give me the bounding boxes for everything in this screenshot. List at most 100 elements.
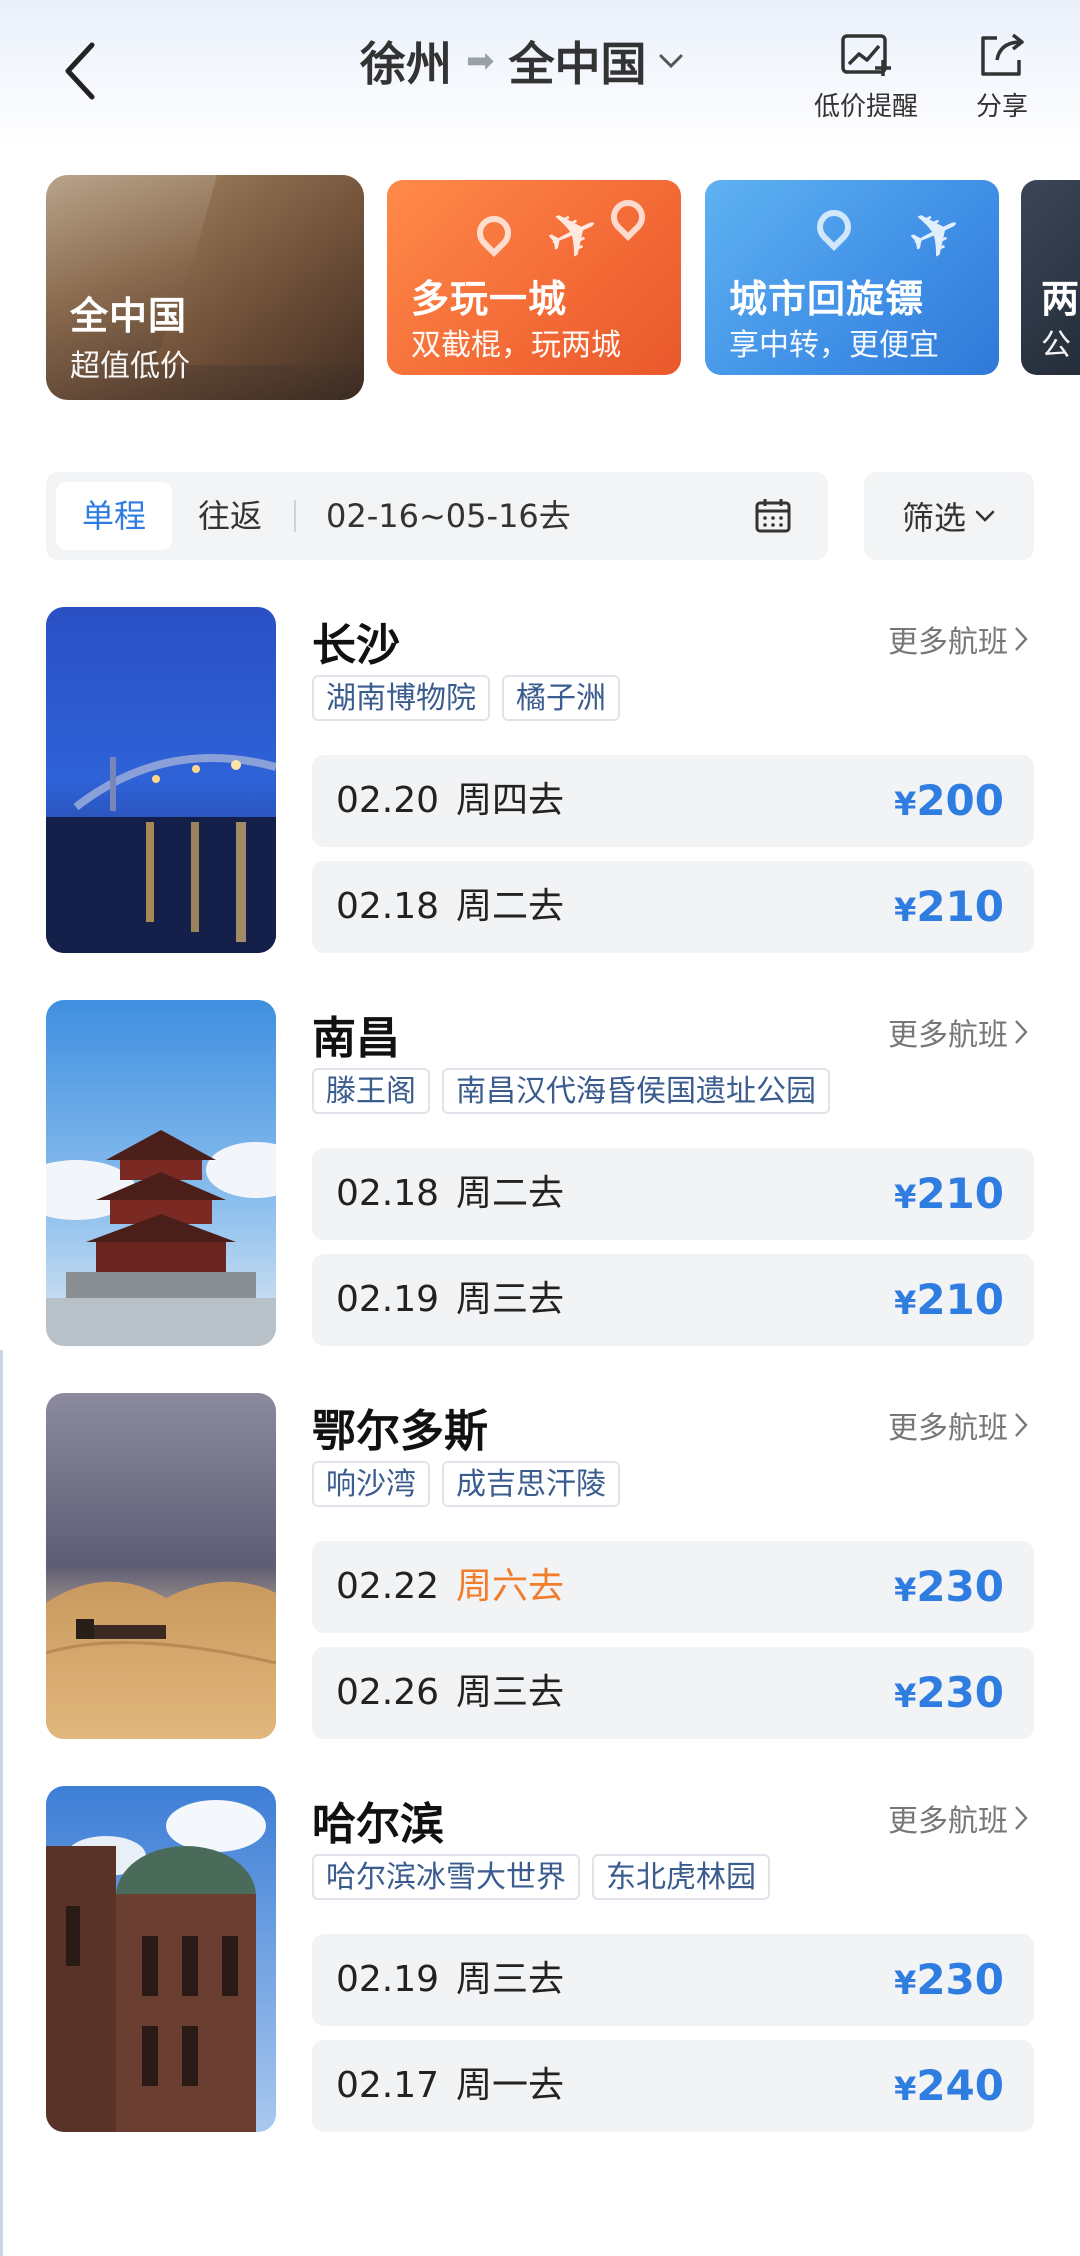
- scroll-edge-indicator: [0, 1350, 3, 2256]
- more-flights-label: 更多航班: [888, 625, 1008, 660]
- city-name: 鄂尔多斯: [312, 1406, 488, 1457]
- banner-all-china[interactable]: 全中国 超值低价: [46, 175, 364, 400]
- attraction-tag[interactable]: 湖南博物院: [312, 675, 490, 721]
- banner-partial[interactable]: 两 公: [1021, 180, 1080, 375]
- city-photo: [46, 1786, 276, 2132]
- attraction-tags: 滕王阁 南昌汉代海昏侯国遗址公园: [312, 1068, 830, 1114]
- destination-card[interactable]: 南昌 更多航班 滕王阁 南昌汉代海昏侯国遗址公园 02.18 周二去 ¥210 …: [0, 1000, 1080, 1346]
- filter-button[interactable]: 筛选: [864, 472, 1034, 560]
- flight-price: ¥230: [894, 1562, 1004, 1611]
- attraction-tags: 响沙湾 成吉思汗陵: [312, 1461, 620, 1507]
- flight-weekday: 周三去: [456, 1279, 565, 1320]
- flight-option[interactable]: 02.18 周二去 ¥210: [312, 861, 1034, 953]
- chevron-left-icon: [65, 42, 95, 100]
- banner-subtitle: 超值低价: [70, 349, 190, 384]
- price-alert-icon: [841, 34, 891, 76]
- airplane-icon: ✈: [534, 190, 615, 280]
- route-arrow-icon: ➡: [466, 41, 495, 81]
- city-name: 南昌: [312, 1013, 400, 1064]
- city-name: 哈尔滨: [312, 1799, 444, 1850]
- flight-price: ¥230: [894, 1668, 1004, 1717]
- tab-round-trip[interactable]: 往返: [180, 482, 280, 550]
- banner-title: 两: [1041, 277, 1080, 321]
- more-flights-link[interactable]: 更多航班: [888, 1010, 1028, 1054]
- more-flights-label: 更多航班: [888, 1804, 1008, 1839]
- filter-label: 筛选: [901, 499, 966, 537]
- attraction-tag[interactable]: 橘子洲: [502, 675, 620, 721]
- chevron-right-icon: [1015, 1413, 1028, 1437]
- flight-weekday: 周二去: [456, 1173, 565, 1214]
- banner-extra-city[interactable]: ✈ 多玩一城 双截棍，玩两城: [387, 180, 681, 375]
- attraction-tag[interactable]: 滕王阁: [312, 1068, 430, 1114]
- attraction-tag[interactable]: 东北虎林园: [592, 1854, 770, 1900]
- more-flights-link[interactable]: 更多航班: [888, 1796, 1028, 1840]
- flight-weekday: 周四去: [456, 780, 565, 821]
- more-flights-link[interactable]: 更多航班: [888, 1403, 1028, 1447]
- chevron-right-icon: [1015, 1020, 1028, 1044]
- flight-option[interactable]: 02.17 周一去 ¥240: [312, 2040, 1034, 2132]
- share-icon: [981, 33, 1024, 76]
- date-range[interactable]: 02-16~05-16去: [326, 482, 571, 550]
- flight-option[interactable]: 02.19 周三去 ¥230: [312, 1934, 1034, 2026]
- chevron-right-icon: [1015, 627, 1028, 651]
- flight-date: 02.18: [336, 886, 440, 927]
- banner-title: 多玩一城: [411, 277, 568, 321]
- flight-date: 02.19: [336, 1279, 440, 1320]
- share-button[interactable]: 分享: [976, 32, 1028, 123]
- flight-date: 02.18: [336, 1173, 440, 1214]
- flight-option[interactable]: 02.26 周三去 ¥230: [312, 1647, 1034, 1739]
- location-pin-icon: [603, 192, 653, 242]
- share-label: 分享: [976, 92, 1029, 122]
- destination-card[interactable]: 长沙 更多航班 湖南博物院 橘子洲 02.20 周四去 ¥200 02.18 周…: [0, 607, 1080, 953]
- location-pin-icon: [469, 208, 519, 258]
- attraction-tag[interactable]: 响沙湾: [312, 1461, 430, 1507]
- city-photo: [46, 1393, 276, 1739]
- banner-title: 城市回旋镖: [729, 277, 925, 321]
- destination-card[interactable]: 哈尔滨 更多航班 哈尔滨冰雪大世界 东北虎林园 02.19 周三去 ¥230 0…: [0, 1786, 1080, 2132]
- attraction-tag[interactable]: 哈尔滨冰雪大世界: [312, 1854, 580, 1900]
- promo-banner-carousel[interactable]: 全中国 超值低价 ✈ 多玩一城 双截棍，玩两城 ✈ 城市回旋镖 享中转，更便宜 …: [0, 150, 1080, 410]
- airplane-icon: ✈: [896, 190, 977, 280]
- flight-option[interactable]: 02.20 周四去 ¥200: [312, 755, 1034, 847]
- banner-city-boomerang[interactable]: ✈ 城市回旋镖 享中转，更便宜: [705, 180, 999, 375]
- flight-price: ¥210: [894, 1275, 1004, 1324]
- flight-option[interactable]: 02.19 周三去 ¥210: [312, 1254, 1034, 1346]
- flight-price: ¥210: [894, 882, 1004, 931]
- flight-weekday: 周二去: [456, 886, 565, 927]
- city-photo: [46, 607, 276, 953]
- flight-option[interactable]: 02.22 周六去 ¥230: [312, 1541, 1034, 1633]
- tab-one-way[interactable]: 单程: [56, 482, 172, 550]
- city-name: 长沙: [312, 620, 400, 671]
- flight-date: 02.22: [336, 1566, 440, 1607]
- attraction-tag[interactable]: 成吉思汗陵: [442, 1461, 620, 1507]
- destination-city: 全中国: [508, 37, 647, 91]
- price-alert-button[interactable]: 低价提醒: [814, 32, 918, 123]
- attraction-tag[interactable]: 南昌汉代海昏侯国遗址公园: [442, 1068, 830, 1114]
- flight-date: 02.20: [336, 780, 440, 821]
- top-header: 徐州 ➡ 全中国 低价提醒 分享: [0, 0, 1080, 150]
- location-pin-icon: [809, 202, 859, 252]
- more-flights-link[interactable]: 更多航班: [888, 617, 1028, 661]
- flight-price: ¥240: [894, 2061, 1004, 2110]
- banner-subtitle: 双截棍，玩两城: [411, 328, 621, 363]
- flight-weekday: 周六去: [456, 1566, 565, 1607]
- banner-subtitle: 享中转，更便宜: [729, 328, 939, 363]
- back-button[interactable]: [52, 36, 108, 106]
- flight-weekday: 周三去: [456, 1672, 565, 1713]
- banner-subtitle: 公: [1041, 328, 1071, 363]
- route-selector[interactable]: 徐州 ➡ 全中国: [360, 28, 685, 94]
- flight-date: 02.19: [336, 1959, 440, 2000]
- calendar-icon[interactable]: [754, 498, 792, 534]
- destination-card[interactable]: 鄂尔多斯 更多航班 响沙湾 成吉思汗陵 02.22 周六去 ¥230 02.26…: [0, 1393, 1080, 1739]
- flight-date: 02.26: [336, 1672, 440, 1713]
- flight-date: 02.17: [336, 2065, 440, 2106]
- chevron-down-icon: [659, 54, 682, 69]
- flight-option[interactable]: 02.18 周二去 ¥210: [312, 1148, 1034, 1240]
- divider: [294, 500, 296, 532]
- flight-price: ¥230: [894, 1955, 1004, 2004]
- trip-filter-bar: 单程 往返 02-16~05-16去: [46, 472, 828, 560]
- chevron-right-icon: [1015, 1806, 1028, 1830]
- attraction-tags: 湖南博物院 橘子洲: [312, 675, 620, 721]
- more-flights-label: 更多航班: [888, 1018, 1008, 1053]
- chevron-down-icon: [975, 510, 995, 522]
